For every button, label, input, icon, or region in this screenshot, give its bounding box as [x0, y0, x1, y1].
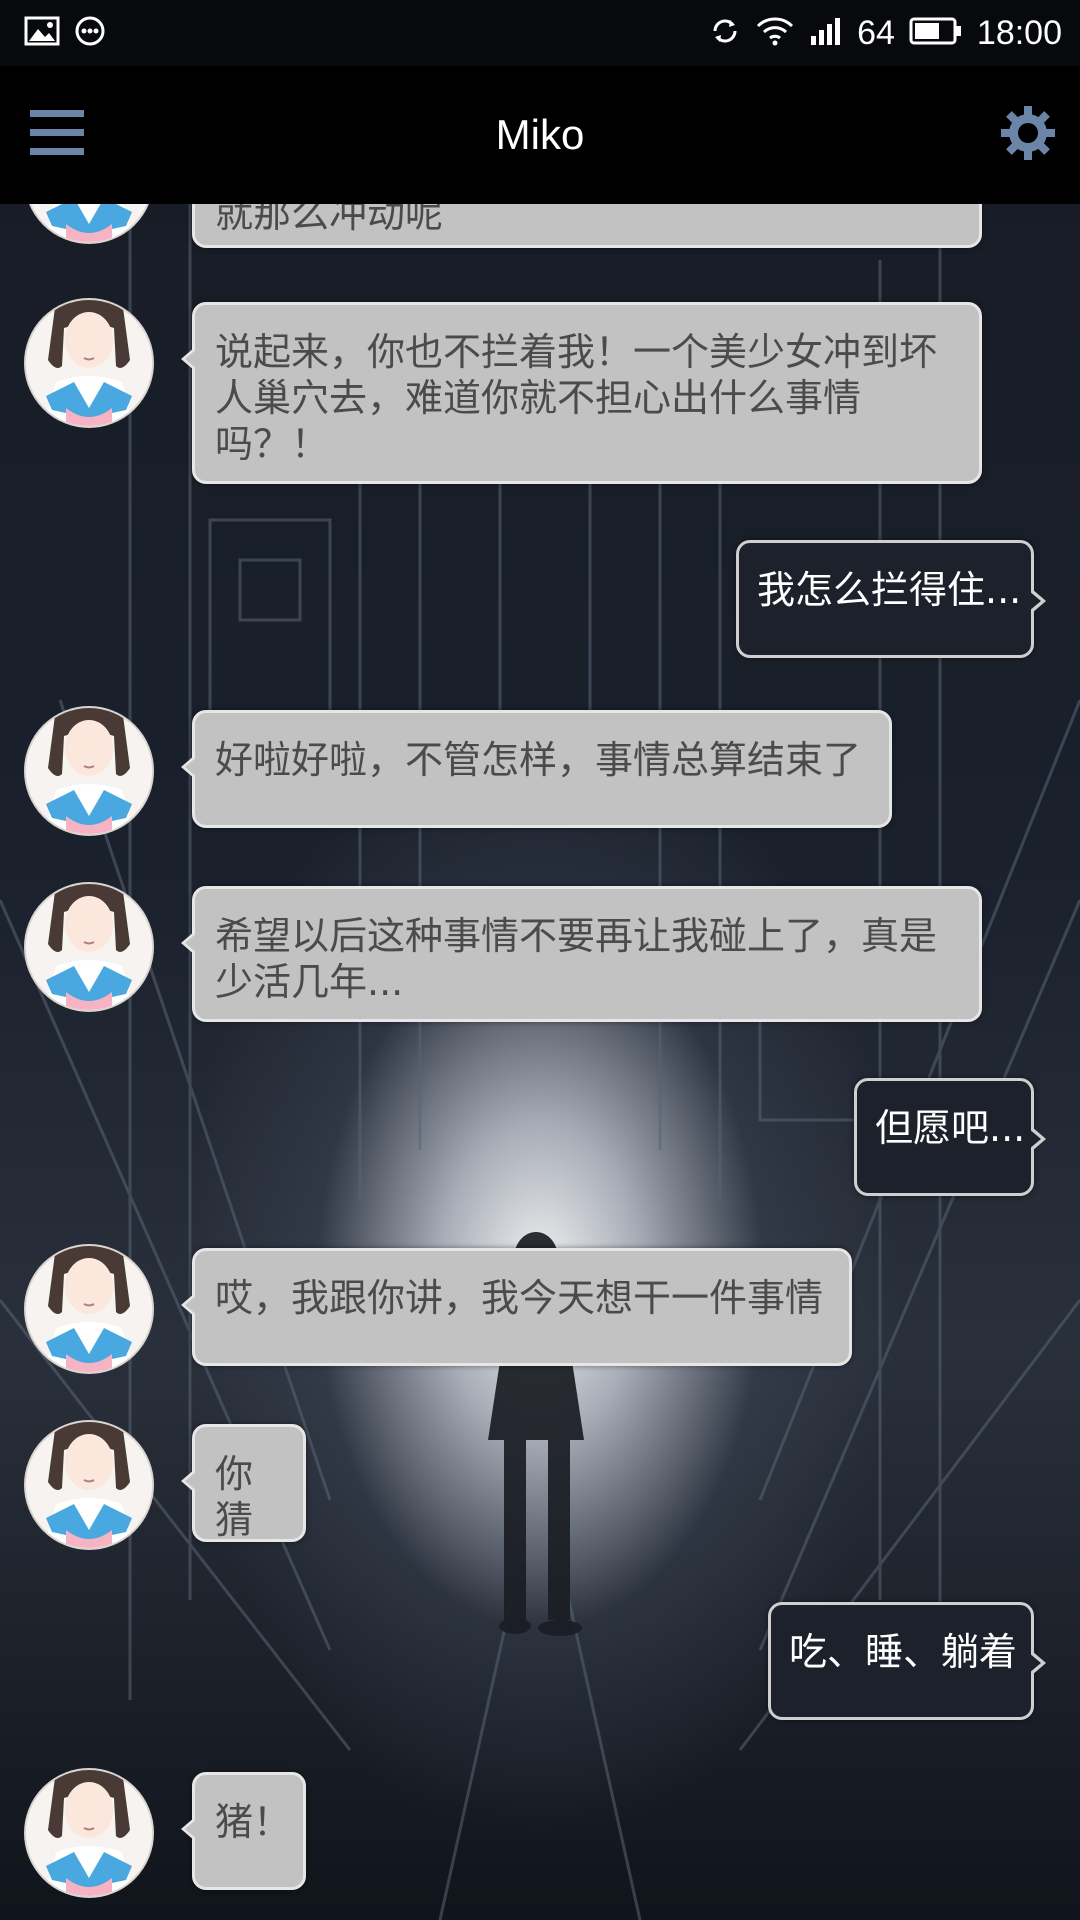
message-bubble[interactable]: 好啦好啦，不管怎样，事情总算结束了 — [181, 710, 892, 828]
message-text: 吃、睡、躺着 — [789, 1630, 1018, 1674]
avatar[interactable] — [24, 1244, 154, 1374]
avatar[interactable] — [24, 706, 154, 836]
avatar-illustration — [26, 884, 152, 1010]
signal-strength-text: 64 — [857, 13, 895, 52]
avatar-illustration — [26, 1770, 152, 1896]
avatar-illustration — [26, 1422, 152, 1548]
message-bubble[interactable]: 吃、睡、躺着 — [768, 1602, 1046, 1720]
message-bubble[interactable]: 但愿吧... — [854, 1078, 1046, 1196]
screen: 64 18:00 Miko 就那么冲动呢 说起来，你也不拦着我！一个美少女冲到坏… — [0, 0, 1080, 1920]
gear-icon[interactable] — [998, 103, 1058, 167]
message-bubble[interactable]: 我怎么拦得住... — [736, 540, 1046, 658]
signal-icon — [809, 16, 843, 50]
status-bar: 64 18:00 — [0, 0, 1080, 66]
more-dots-icon — [74, 15, 106, 51]
message-bubble[interactable]: 猪！ — [181, 1772, 306, 1890]
avatar-illustration — [26, 708, 152, 834]
message-bubble[interactable]: 你猜 — [181, 1424, 306, 1542]
message-text: 你猜 — [215, 1452, 254, 1542]
chat-message-list[interactable]: 就那么冲动呢 说起来，你也不拦着我！一个美少女冲到坏人巢穴去，难道你就不担心出什… — [0, 114, 1080, 1920]
message-text: 哎，我跟你讲，我今天想干一件事情 — [215, 1276, 824, 1320]
image-icon — [24, 16, 60, 50]
battery-icon — [909, 17, 963, 49]
message-text: 说起来，你也不拦着我！一个美少女冲到坏人巢穴去，难道你就不担心出什么事情吗？！ — [215, 330, 938, 466]
app-bar: Miko — [0, 66, 1080, 204]
avatar[interactable] — [24, 1768, 154, 1898]
avatar[interactable] — [24, 298, 154, 428]
message-text: 猪！ — [215, 1800, 292, 1844]
clock-time: 18:00 — [976, 13, 1062, 52]
avatar[interactable] — [24, 1420, 154, 1550]
message-bubble[interactable]: 说起来，你也不拦着我！一个美少女冲到坏人巢穴去，难道你就不担心出什么事情吗？！ — [181, 302, 982, 484]
message-bubble[interactable]: 希望以后这种事情不要再让我碰上了，真是少活几年... — [181, 886, 982, 1022]
wifi-icon — [755, 15, 795, 51]
avatar-illustration — [26, 1246, 152, 1372]
hamburger-menu-icon[interactable] — [28, 106, 86, 164]
message-text: 我怎么拦得住... — [757, 568, 1022, 612]
sync-icon — [709, 15, 741, 51]
avatar[interactable] — [24, 882, 154, 1012]
message-bubble[interactable]: 哎，我跟你讲，我今天想干一件事情 — [181, 1248, 852, 1366]
page-title: Miko — [495, 111, 585, 158]
message-text: 好啦好啦，不管怎样，事情总算结束了 — [215, 738, 862, 782]
message-text: 希望以后这种事情不要再让我碰上了，真是少活几年... — [215, 914, 938, 1004]
avatar-illustration — [26, 300, 152, 426]
message-text: 但愿吧... — [875, 1106, 1026, 1150]
